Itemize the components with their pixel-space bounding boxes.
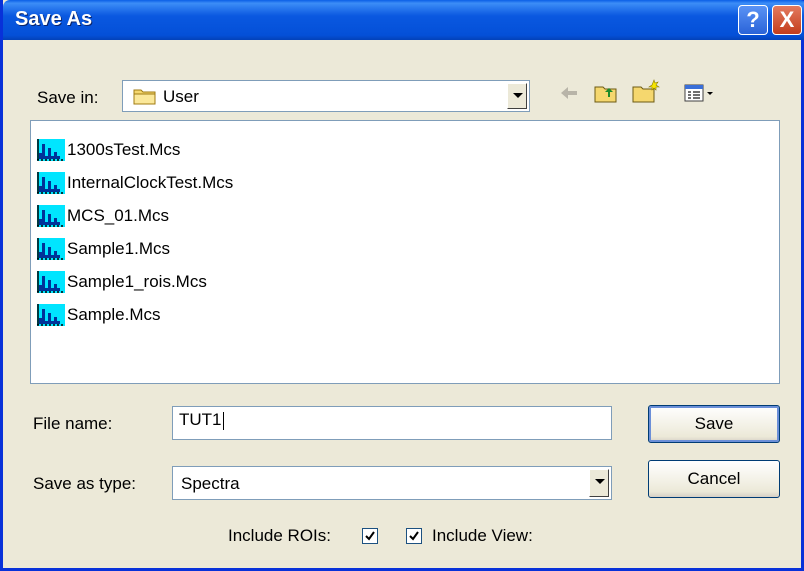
mcs-file-icon [37, 172, 65, 194]
checkmark-icon [409, 531, 419, 541]
list-item[interactable]: 1300sTest.Mcs [37, 135, 180, 165]
views-menu-icon[interactable] [683, 82, 715, 109]
file-name-field[interactable]: TUT1 [172, 406, 612, 440]
list-item[interactable]: Sample.Mcs [37, 300, 161, 330]
include-view-label: Include View: [432, 526, 533, 545]
save-in-label: Save in: [37, 88, 99, 107]
save-button[interactable]: Save [648, 405, 780, 443]
file-name-label: File name: [33, 414, 113, 433]
save-as-dialog: Save As ? X Save in: User 1300sTest.Mcs … [0, 0, 804, 571]
close-button[interactable]: X [772, 5, 802, 35]
file-name: Sample.Mcs [67, 305, 161, 324]
checkmark-icon [365, 531, 375, 541]
save-as-type-combo[interactable]: Spectra [172, 466, 612, 500]
file-name: Sample1.Mcs [67, 239, 170, 258]
file-name: InternalClockTest.Mcs [67, 173, 234, 192]
include-rois-label: Include ROIs: [228, 526, 331, 545]
include-view-checkbox[interactable] [406, 528, 422, 544]
dialog-title: Save As [15, 8, 93, 30]
mcs-file-icon [37, 271, 65, 293]
list-item[interactable]: Sample1_rois.Mcs [37, 267, 207, 297]
cancel-button[interactable]: Cancel [648, 460, 780, 498]
mcs-file-icon [37, 205, 65, 227]
include-rois-checkbox[interactable] [362, 528, 378, 544]
list-item[interactable]: MCS_01.Mcs [37, 201, 169, 231]
back-arrow-icon[interactable] [558, 82, 580, 109]
save-in-combo[interactable]: User [122, 80, 530, 112]
list-item[interactable]: InternalClockTest.Mcs [37, 168, 233, 198]
file-name: MCS_01.Mcs [67, 206, 170, 225]
up-folder-icon[interactable] [593, 82, 619, 109]
folder-icon [133, 87, 157, 110]
save-in-value: User [163, 87, 199, 106]
mcs-file-icon [37, 304, 65, 326]
file-name: Sample1_rois.Mcs [67, 272, 207, 291]
mcs-file-icon [37, 238, 65, 260]
text-cursor [222, 411, 224, 430]
file-list[interactable]: 1300sTest.Mcs InternalClockTest.Mcs MCS_… [30, 120, 780, 384]
help-button[interactable]: ? [738, 5, 768, 35]
mcs-file-icon [37, 139, 65, 161]
save-as-type-dropdown-button[interactable] [589, 469, 609, 497]
title-bar[interactable]: Save As ? X [3, 0, 804, 40]
list-item[interactable]: Sample1.Mcs [37, 234, 170, 264]
file-name-value: TUT1 [179, 410, 222, 429]
save-as-type-value: Spectra [181, 474, 240, 493]
file-name: 1300sTest.Mcs [67, 140, 181, 159]
new-folder-icon[interactable] [631, 78, 661, 109]
save-in-dropdown-button[interactable] [507, 83, 527, 109]
save-as-type-label: Save as type: [33, 474, 137, 493]
